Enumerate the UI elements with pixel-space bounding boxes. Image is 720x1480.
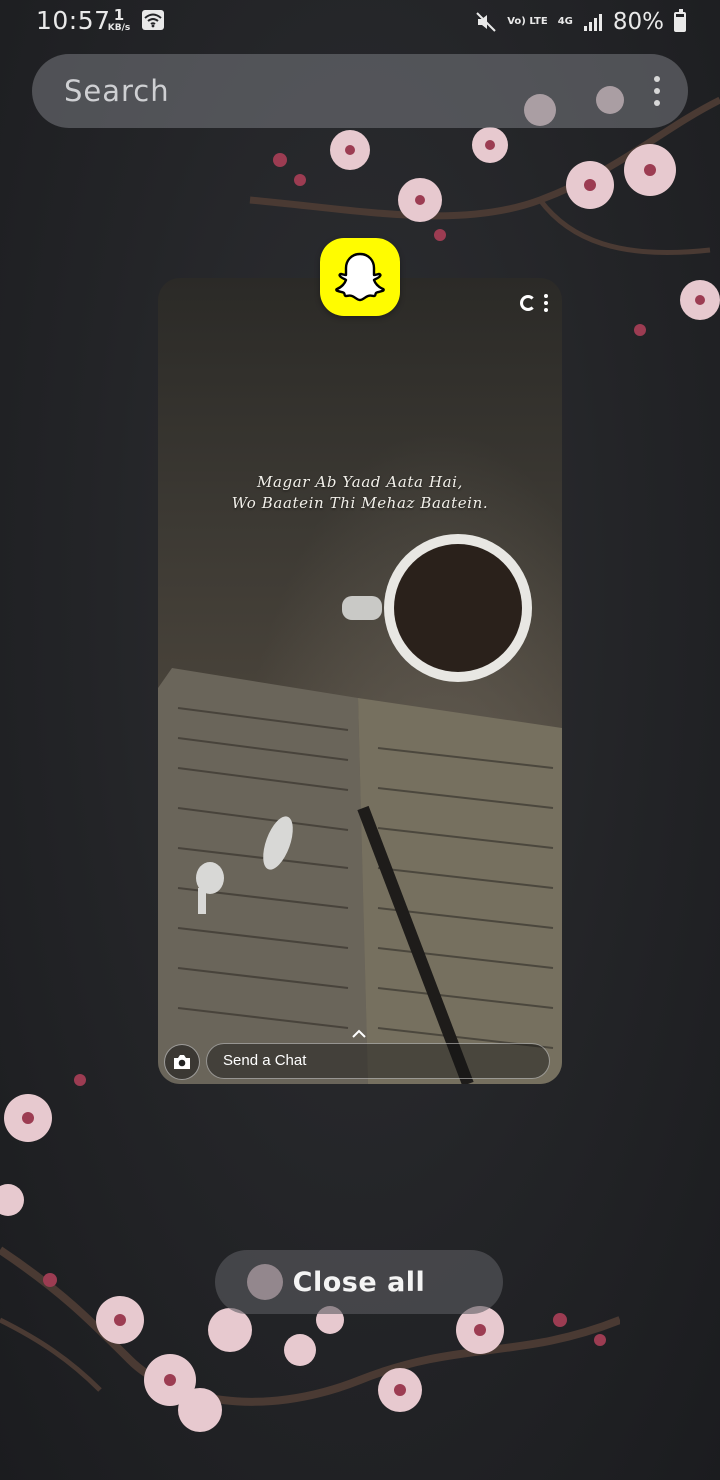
- chevron-up-icon: [352, 1029, 366, 1038]
- mute-icon: [476, 12, 496, 32]
- card-menu: [520, 294, 548, 312]
- send-chat-placeholder: Send a Chat: [223, 1052, 307, 1069]
- network-speed: 1 KB/s: [107, 6, 131, 33]
- send-chat-field[interactable]: Send a Chat: [206, 1043, 550, 1079]
- quote-line-1: Magar Ab Yaad Aata Hai,: [257, 473, 463, 491]
- coffee-cup-image: [342, 534, 532, 682]
- camera-icon: [174, 1055, 190, 1069]
- battery-percent: 80%: [612, 9, 664, 35]
- snapchat-ghost-icon: [335, 252, 385, 302]
- recent-app-card[interactable]: Magar Ab Yaad Aata Hai, Wo Baatein Thi M…: [158, 278, 562, 1084]
- close-all-label: Close all: [292, 1266, 426, 1298]
- more-options-icon[interactable]: [652, 76, 662, 106]
- search-placeholder: Search: [64, 74, 170, 108]
- close-all-button[interactable]: Close all: [215, 1250, 503, 1314]
- search-bar[interactable]: Search: [32, 54, 688, 128]
- book-and-coffee-image: [158, 668, 562, 1084]
- status-bar: 10:57 1 KB/s Vo) LTE 4G 80%: [0, 0, 720, 44]
- loading-spinner-icon: [520, 295, 536, 311]
- snapchat-app-icon[interactable]: [320, 238, 400, 316]
- status-icons: Vo) LTE 4G 80%: [475, 8, 686, 36]
- quote-line-2: Wo Baatein Thi Mehaz Baatein.: [231, 494, 489, 512]
- clock: 10:57: [36, 6, 111, 35]
- battery-icon: [674, 9, 686, 32]
- quote-text: Magar Ab Yaad Aata Hai, Wo Baatein Thi M…: [158, 472, 562, 514]
- camera-button[interactable]: [164, 1044, 200, 1080]
- volte-indicator: Vo) LTE: [507, 16, 548, 27]
- card-more-icon[interactable]: [544, 294, 548, 312]
- network-type: 4G: [557, 16, 573, 27]
- wifi-icon: [142, 10, 164, 30]
- signal-icon: [583, 14, 602, 31]
